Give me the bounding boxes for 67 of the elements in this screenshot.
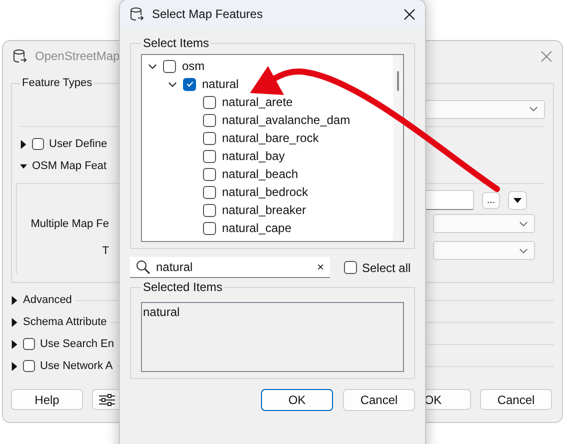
sliders-icon — [99, 394, 115, 406]
checkbox[interactable] — [203, 186, 216, 198]
database-icon — [13, 48, 27, 64]
tree-item[interactable]: natural_bedrock — [222, 185, 308, 199]
chevron-down-icon — [519, 220, 528, 226]
help-button[interactable]: Help — [11, 389, 83, 410]
database-icon — [130, 6, 144, 22]
checkbox[interactable] — [203, 150, 216, 162]
scrollbar[interactable] — [393, 55, 403, 241]
checkbox[interactable] — [344, 261, 357, 274]
checkbox[interactable] — [183, 78, 196, 90]
search-field[interactable]: natural × — [130, 257, 330, 278]
field-label: Multiple Map Fe — [30, 218, 109, 230]
triangle-down-icon — [513, 198, 522, 202]
section-label: Advanced — [23, 294, 72, 306]
tree-item[interactable]: natural_bare_rock — [222, 131, 319, 145]
dialog-button[interactable]: Cancel — [343, 389, 415, 411]
tree-item[interactable]: osm — [182, 59, 205, 73]
expand-triangle-icon[interactable] — [20, 140, 27, 148]
menu-button[interactable] — [508, 190, 527, 210]
checkbox[interactable] — [203, 96, 216, 108]
checkbox[interactable] — [203, 132, 216, 144]
tree-item[interactable]: natural_bay — [222, 149, 285, 163]
section-label: OSM Map Feat — [32, 160, 107, 172]
section-label: Schema Attribute — [23, 316, 107, 328]
group-title: Selected Items — [142, 280, 224, 294]
checkbox[interactable] — [23, 360, 35, 372]
window-title: OpenStreetMap — [35, 49, 121, 63]
cancel-button[interactable]: Cancel — [480, 389, 552, 410]
selected-items-list[interactable]: natural — [141, 302, 404, 372]
chevron-down-icon[interactable] — [148, 62, 157, 70]
expand-triangle-icon[interactable] — [11, 318, 18, 326]
checkbox-label: Select all — [362, 260, 411, 274]
expand-triangle-icon[interactable] — [11, 362, 18, 370]
search-icon — [136, 260, 150, 274]
dialog-button[interactable]: OK — [261, 389, 333, 411]
checkbox[interactable] — [23, 338, 35, 350]
collapse-triangle-icon[interactable] — [20, 164, 27, 168]
chevron-down-icon — [519, 248, 528, 254]
section-label: Use Search En — [40, 338, 114, 350]
chevron-down-icon — [529, 106, 538, 112]
checkbox[interactable] — [203, 204, 216, 216]
tree-item[interactable]: natural_beach — [222, 167, 298, 181]
group-title: Select Items — [142, 36, 210, 50]
section-label: Use Network A — [40, 360, 113, 372]
tree-item[interactable]: natural — [202, 77, 239, 91]
tree-list[interactable]: osm natural natural_arete natural_avalanche_dam natural_bare_rock natural_bay natural_beach natural_bedrock natural_breaker natural_cape — [141, 54, 404, 242]
window-title: Select Map Features — [152, 7, 264, 21]
tree-item[interactable]: natural_avalanche_dam — [222, 113, 350, 127]
clear-button[interactable]: × — [316, 260, 324, 274]
checkmark-icon — [186, 80, 194, 88]
tree-item[interactable]: natural_arete — [222, 95, 293, 109]
expand-triangle-icon[interactable] — [11, 340, 18, 348]
group-title: Feature Types — [21, 77, 94, 89]
expand-triangle-icon[interactable] — [11, 296, 18, 304]
close-icon[interactable] — [404, 8, 415, 20]
checkbox[interactable] — [163, 60, 176, 72]
checkbox[interactable] — [203, 114, 216, 126]
checkbox[interactable] — [203, 168, 216, 180]
section-label: User Define — [49, 138, 108, 150]
tree-item[interactable]: natural_cape — [222, 221, 292, 235]
field-label: T — [102, 244, 109, 256]
chevron-down-icon[interactable] — [168, 80, 177, 88]
tree-item[interactable]: natural_breaker — [222, 203, 306, 217]
checkbox[interactable] — [32, 138, 44, 150]
browse-button[interactable]: ... — [482, 192, 500, 208]
checkbox[interactable] — [203, 222, 216, 234]
